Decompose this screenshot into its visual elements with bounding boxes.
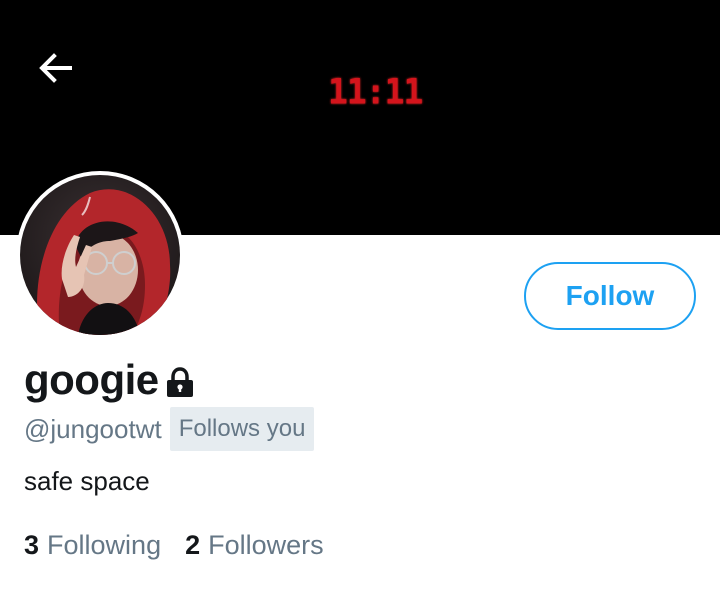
avatar[interactable] — [16, 171, 184, 339]
display-name: googie — [24, 356, 159, 403]
following-count: 3 — [24, 530, 40, 560]
followers-stat[interactable]: 2 Followers — [185, 530, 324, 561]
followers-count: 2 — [185, 530, 201, 560]
handle-row: @jungootwt Follows you — [24, 407, 315, 451]
follow-button[interactable]: Follow — [524, 262, 696, 330]
follows-you-badge: Follows you — [169, 407, 315, 451]
followers-label: Followers — [208, 530, 324, 560]
banner-clock: 11:11 — [328, 71, 423, 112]
back-button[interactable] — [32, 46, 80, 90]
bio: safe space — [24, 466, 150, 496]
arrow-left-icon — [39, 53, 72, 83]
avatar-image — [20, 175, 180, 335]
following-stat[interactable]: 3 Following — [24, 530, 161, 561]
lock-icon — [165, 367, 195, 399]
following-label: Following — [47, 530, 162, 560]
handle: @jungootwt — [24, 413, 162, 444]
profile-page: 11:11 Follow googie @jungootwt Follows y… — [0, 0, 720, 603]
name-row: googie — [24, 354, 195, 406]
stats-row: 3 Following 2 Followers — [24, 530, 348, 561]
